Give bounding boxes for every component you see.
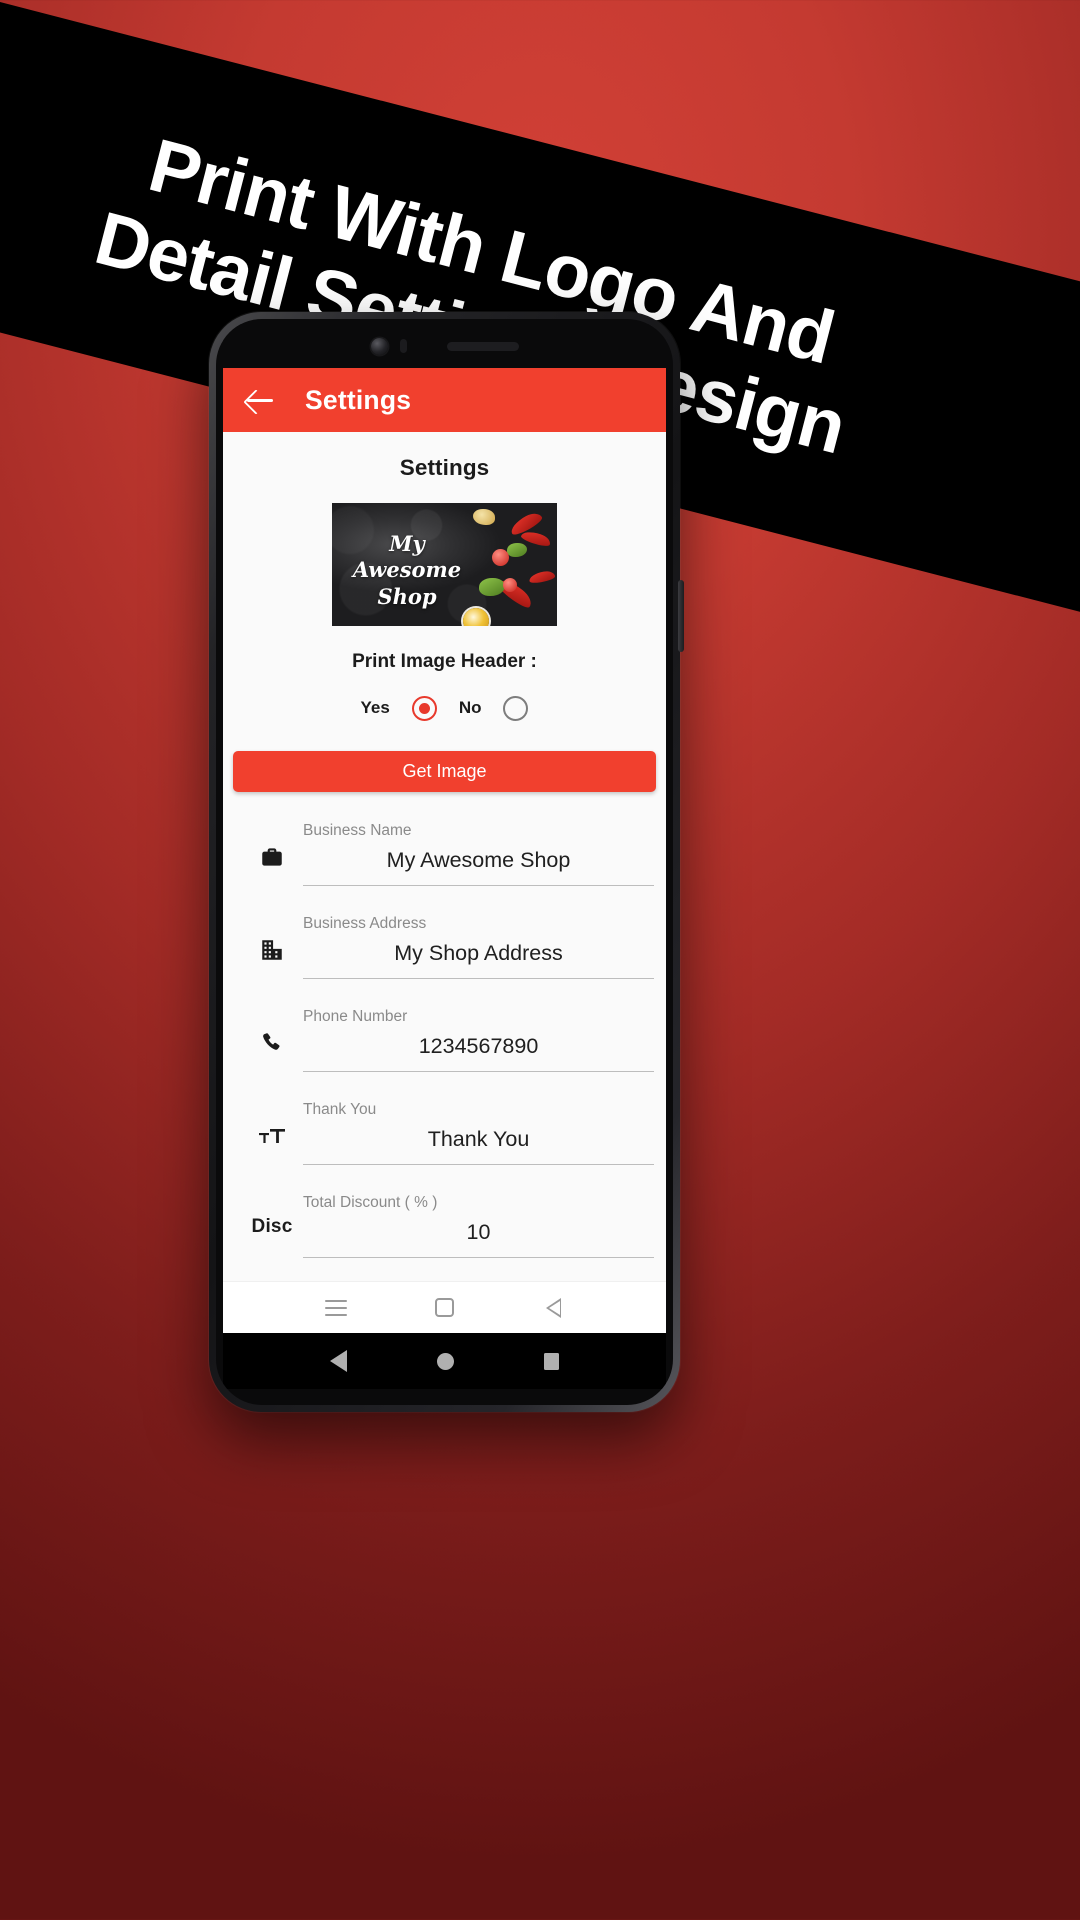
logo-text: My Awesome Shop bbox=[332, 531, 482, 610]
field-label: Phone Number bbox=[303, 1008, 408, 1025]
field-body: Business Name My Awesome Shop bbox=[303, 816, 654, 886]
app-soft-nav-bar bbox=[223, 1281, 666, 1333]
phone-screen: Settings Settings My Awesome Shop Print … bbox=[223, 368, 666, 1333]
square-overview-icon[interactable] bbox=[435, 1298, 454, 1317]
phone-bezel: Settings Settings My Awesome Shop Print … bbox=[216, 319, 673, 1405]
field-value[interactable]: My Shop Address bbox=[303, 933, 654, 978]
field-label: Business Name bbox=[303, 822, 412, 839]
field-total-discount[interactable]: Disc Total Discount ( % ) 10 bbox=[223, 1188, 666, 1281]
field-business-address[interactable]: Business Address My Shop Address bbox=[223, 909, 666, 1002]
field-underline bbox=[303, 1257, 654, 1258]
logo-line-1: My Awesome bbox=[352, 531, 462, 583]
print-image-header-label: Print Image Header : bbox=[352, 650, 537, 672]
app-bar: Settings bbox=[223, 368, 666, 432]
field-underline bbox=[303, 978, 654, 979]
briefcase-icon bbox=[241, 816, 303, 870]
field-body: Thank You Thank You bbox=[303, 1095, 654, 1165]
field-label: Total Discount ( % ) bbox=[303, 1194, 438, 1211]
settings-content: Settings My Awesome Shop Print Image Hea… bbox=[223, 432, 666, 1281]
front-camera-icon bbox=[370, 337, 388, 355]
settings-form: Business Name My Awesome Shop Business A… bbox=[223, 816, 666, 1281]
radio-yes[interactable] bbox=[411, 695, 437, 721]
field-underline bbox=[303, 1164, 654, 1165]
device-navigation-bar bbox=[223, 1333, 666, 1389]
phone-side-button bbox=[678, 580, 684, 652]
phone-mockup: Settings Settings My Awesome Shop Print … bbox=[209, 312, 684, 1412]
herbs-icon bbox=[479, 577, 505, 596]
tomato-icon bbox=[492, 549, 509, 566]
get-image-button[interactable]: Get Image bbox=[233, 750, 656, 792]
tomato-icon bbox=[503, 577, 517, 592]
field-label: Thank You bbox=[303, 1101, 377, 1118]
shop-logo-preview[interactable]: My Awesome Shop bbox=[332, 503, 557, 626]
back-triangle-icon[interactable] bbox=[542, 1297, 564, 1318]
ginger-icon bbox=[473, 509, 495, 525]
field-value[interactable]: 1234567890 bbox=[303, 1026, 654, 1071]
device-back-icon[interactable] bbox=[330, 1350, 347, 1372]
radio-no[interactable] bbox=[503, 695, 529, 721]
field-phone-number[interactable]: Phone Number 1234567890 bbox=[223, 1002, 666, 1095]
menu-icon[interactable] bbox=[325, 1299, 347, 1316]
field-business-name[interactable]: Business Name My Awesome Shop bbox=[223, 816, 666, 909]
field-underline bbox=[303, 885, 654, 886]
back-arrow-icon[interactable] bbox=[245, 385, 275, 415]
page-title: Settings bbox=[399, 455, 490, 480]
logo-line-2: Shop bbox=[377, 583, 437, 609]
radio-label-no: No bbox=[458, 698, 482, 718]
phone-icon bbox=[241, 1002, 303, 1056]
field-body: Business Address My Shop Address bbox=[303, 909, 654, 979]
proximity-sensor-icon bbox=[399, 339, 407, 353]
building-icon bbox=[241, 909, 303, 963]
field-label: Business Address bbox=[303, 915, 427, 932]
device-recents-icon[interactable] bbox=[544, 1352, 559, 1370]
field-underline bbox=[303, 1071, 654, 1072]
field-value[interactable]: 10 bbox=[303, 1212, 654, 1257]
field-value[interactable]: Thank You bbox=[303, 1119, 654, 1164]
field-thank-you[interactable]: Thank You Thank You bbox=[223, 1095, 666, 1188]
phone-notch bbox=[223, 324, 666, 368]
format-size-icon bbox=[241, 1095, 303, 1149]
device-home-icon[interactable] bbox=[437, 1352, 454, 1370]
discount-text-icon: Disc bbox=[241, 1188, 303, 1238]
field-body: Phone Number 1234567890 bbox=[303, 1002, 654, 1072]
discount-icon-label: Disc bbox=[251, 1216, 293, 1237]
print-image-header-radio-group: Yes No bbox=[223, 695, 666, 721]
field-value[interactable]: My Awesome Shop bbox=[303, 840, 654, 885]
field-body: Total Discount ( % ) 10 bbox=[303, 1188, 654, 1258]
earpiece-speaker bbox=[446, 341, 519, 351]
app-bar-title: Settings bbox=[305, 384, 412, 415]
radio-label-yes: Yes bbox=[360, 698, 390, 718]
